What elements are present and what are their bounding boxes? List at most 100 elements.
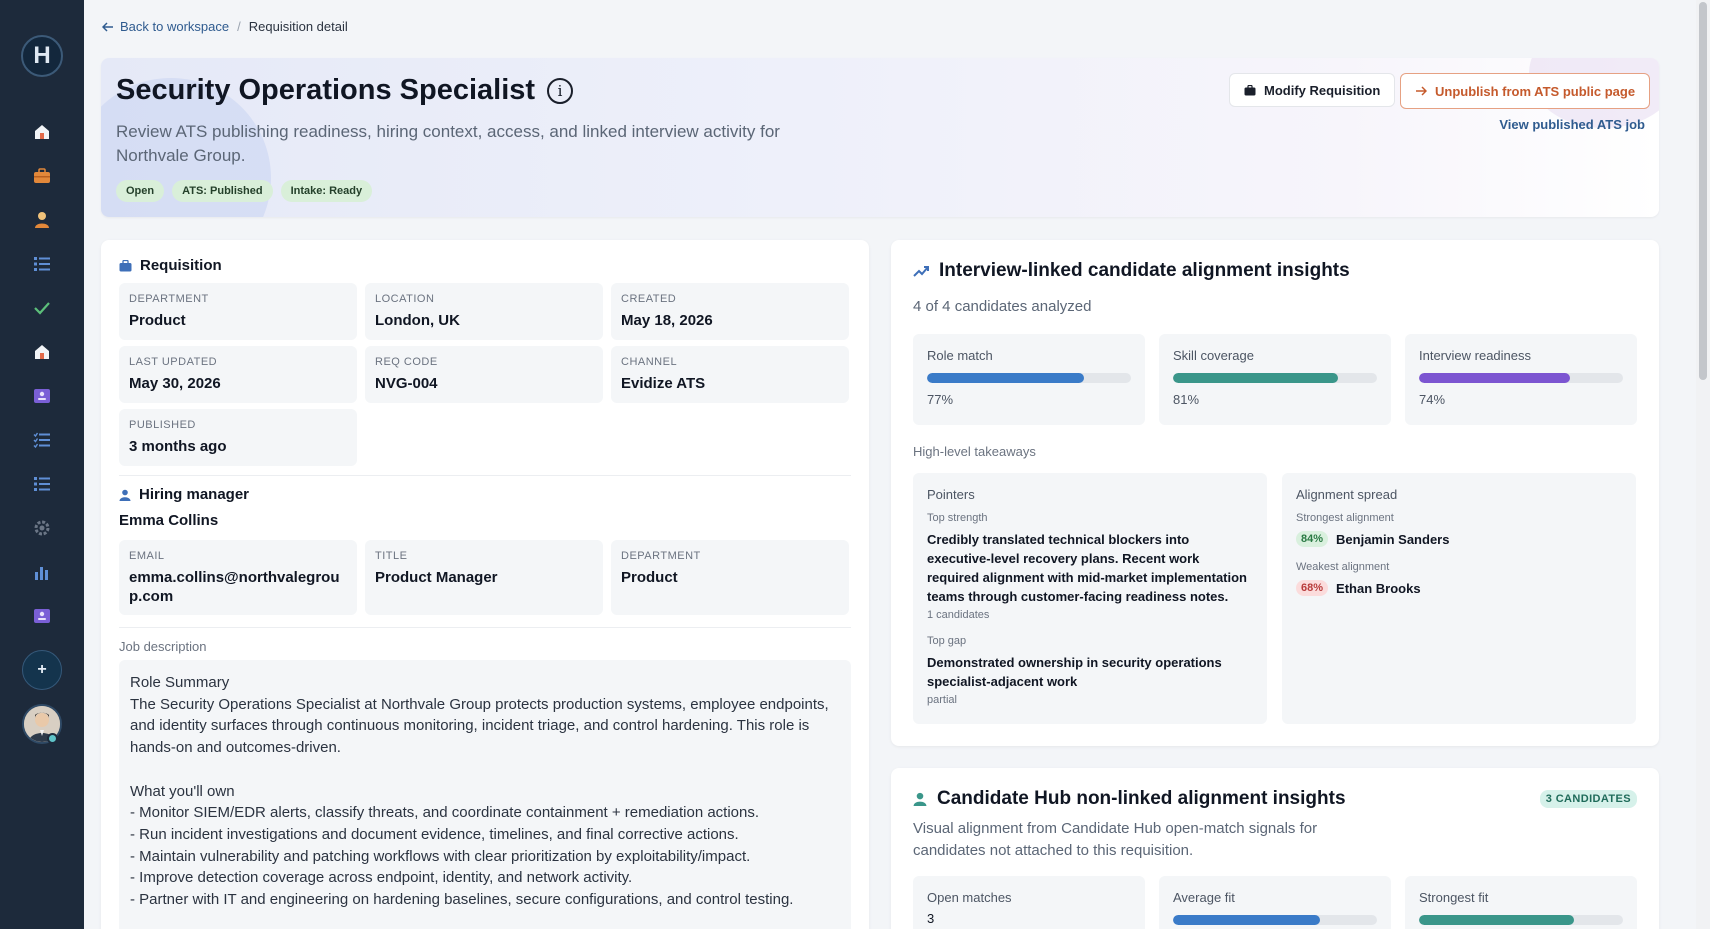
bar-chart-icon[interactable] [30, 560, 54, 584]
field-value: May 18, 2026 [621, 312, 713, 329]
field-value: May 30, 2026 [129, 375, 221, 392]
candidate-hub-card: Candidate Hub non-linked alignment insig… [891, 768, 1659, 929]
metric-value: 81% [1173, 392, 1200, 407]
list-icon[interactable] [30, 472, 54, 496]
progress-fill [1419, 373, 1570, 383]
field-label: Created [621, 293, 677, 305]
weakest-alignment-label: Weakest alignment [1296, 561, 1390, 573]
field-value: Product Manager [375, 569, 498, 586]
strongest-candidate-name[interactable]: Benjamin Sanders [1336, 532, 1449, 547]
unpublish-label: Unpublish from ATS public page [1435, 83, 1636, 99]
briefcase-icon[interactable] [30, 164, 54, 188]
progress-track [1173, 915, 1377, 925]
weakest-alignment-row: 68% Ethan Brooks [1296, 580, 1622, 596]
metric-value: 3 [927, 911, 935, 926]
home-icon[interactable] [30, 340, 54, 364]
breadcrumb: Back to workspace / Requisition detail [102, 19, 348, 34]
status-badges: Open ATS: Published Intake: Ready [116, 180, 373, 202]
top-gap-note: partial [927, 694, 957, 706]
modify-requisition-button[interactable]: Modify Requisition [1229, 73, 1396, 107]
field-value: London, UK [375, 312, 460, 329]
requisition-heading-text: Requisition [140, 257, 222, 274]
progress-track [927, 373, 1131, 383]
field-channel: Channel Evidize ATS [611, 346, 849, 403]
back-link-label: Back to workspace [120, 19, 230, 34]
scrollbar-track[interactable] [1696, 0, 1710, 929]
progress-fill [1173, 915, 1320, 925]
metric-skill-coverage: Skill coverage 81% [1159, 334, 1391, 425]
field-value: Evidize ATS [621, 375, 706, 392]
divider [119, 627, 851, 628]
hiring-manager-name: Emma Collins [119, 512, 219, 529]
checklist-icon[interactable] [30, 428, 54, 452]
field-label: Location [375, 293, 435, 305]
email-value[interactable]: emma.collins@northvalegroup.com [129, 568, 347, 606]
pointers-panel: Pointers Top strength Credibly translate… [913, 473, 1267, 724]
list-icon[interactable] [30, 252, 54, 276]
pointers-heading: Pointers [927, 487, 975, 502]
trend-up-icon [913, 266, 929, 277]
metric-open-matches: Open matches 3 [913, 876, 1145, 929]
field-label: Last updated [129, 356, 218, 368]
job-description-text: Role Summary The Security Operations Spe… [119, 660, 851, 929]
view-published-job-link[interactable]: View published ATS job [1499, 117, 1645, 132]
field-manager-department: Department Product [611, 540, 849, 615]
field-label: Channel [621, 356, 678, 368]
id-card-icon[interactable] [30, 604, 54, 628]
field-value: 3 months ago [129, 438, 227, 455]
app-logo[interactable]: H [21, 35, 63, 77]
metric-label: Skill coverage [1173, 348, 1254, 363]
field-published: Published 3 months ago [119, 409, 357, 466]
check-icon[interactable] [30, 296, 54, 320]
page-title-text: Security Operations Specialist [116, 74, 536, 106]
field-value: NVG-004 [375, 375, 438, 392]
field-created: Created May 18, 2026 [611, 283, 849, 340]
interview-insights-title-text: Interview-linked candidate alignment ins… [939, 260, 1350, 281]
progress-track [1419, 915, 1623, 925]
metric-role-match: Role match 77% [913, 334, 1145, 425]
modify-requisition-label: Modify Requisition [1264, 82, 1381, 98]
requisition-heading: Requisition [119, 257, 222, 274]
divider [119, 475, 851, 476]
field-title: Title Product Manager [365, 540, 603, 615]
person-icon[interactable] [30, 208, 54, 232]
hero-header: Security Operations Specialist i Review … [101, 58, 1659, 217]
candidates-analyzed: 4 of 4 candidates analyzed [913, 298, 1092, 315]
requisition-card: Requisition Department Product Location … [101, 240, 869, 929]
gear-icon[interactable] [30, 516, 54, 540]
metric-strongest-fit: Strongest fit [1405, 876, 1637, 929]
strongest-alignment-label: Strongest alignment [1296, 512, 1394, 524]
field-label: Department [129, 293, 209, 305]
weakest-candidate-name[interactable]: Ethan Brooks [1336, 581, 1421, 596]
field-label: Published [129, 419, 196, 431]
person-icon [913, 792, 927, 806]
home-icon[interactable] [30, 120, 54, 144]
status-indicator [47, 733, 58, 744]
page-subtitle: Review ATS publishing readiness, hiring … [116, 122, 780, 165]
breadcrumb-separator: / [237, 19, 241, 34]
status-badge: Open [116, 180, 165, 202]
strongest-alignment-row: 84% Benjamin Sanders [1296, 531, 1622, 547]
id-card-icon[interactable] [30, 384, 54, 408]
unpublish-button[interactable]: Unpublish from ATS public page [1400, 73, 1651, 109]
alignment-spread-heading: Alignment spread [1296, 487, 1398, 502]
metric-label: Average fit [1173, 890, 1235, 905]
hiring-manager-heading-text: Hiring manager [139, 486, 250, 503]
job-description-label: Job description [119, 639, 207, 654]
interview-insights-card: Interview-linked candidate alignment ins… [891, 240, 1659, 746]
field-last-updated: Last updated May 30, 2026 [119, 346, 357, 403]
hiring-manager-heading: Hiring manager [119, 486, 249, 503]
field-label: Email [129, 550, 165, 562]
progress-fill [927, 373, 1085, 383]
back-to-workspace-link[interactable]: Back to workspace [102, 19, 229, 34]
top-gap-text: Demonstrated ownership in security opera… [927, 655, 1222, 689]
metric-value: 77% [927, 392, 954, 407]
top-strength-note: 1 candidates [927, 609, 990, 621]
metric-value: 74% [1419, 392, 1446, 407]
add-button[interactable]: + [22, 650, 62, 690]
takeaways-label: High-level takeaways [913, 444, 1036, 459]
field-department: Department Product [119, 283, 357, 340]
scrollbar-thumb[interactable] [1699, 2, 1707, 380]
field-req-code: Req code NVG-004 [365, 346, 603, 403]
info-icon[interactable]: i [547, 77, 574, 104]
